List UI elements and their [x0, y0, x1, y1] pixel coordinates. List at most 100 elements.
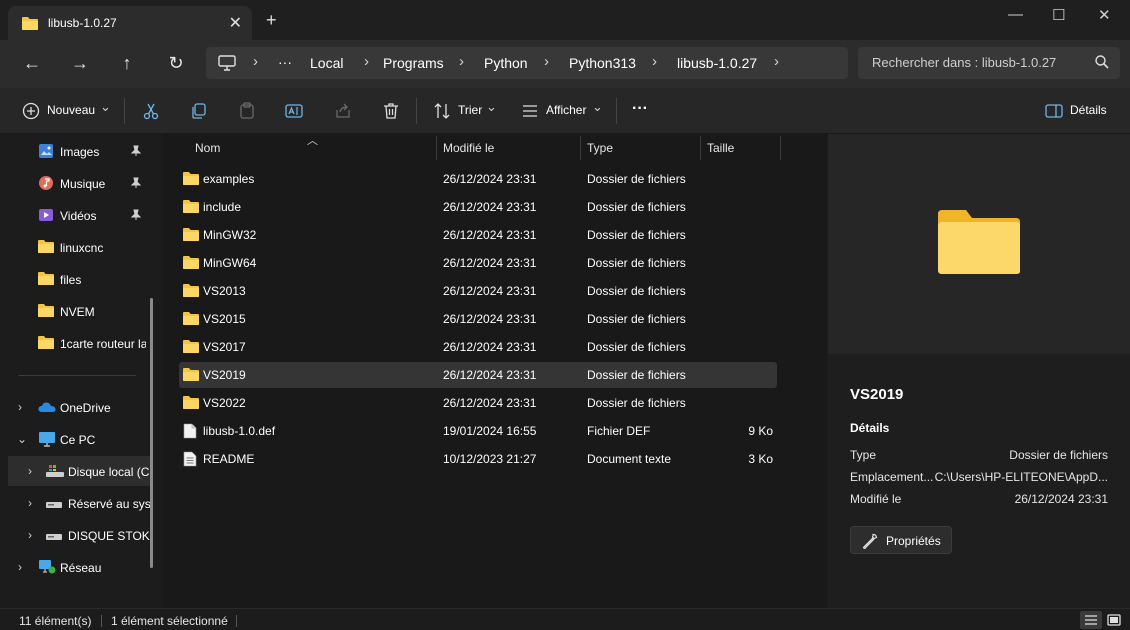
- file-row[interactable]: README 10/12/2023 21:27 Document texte 3 Ko: [179, 446, 777, 472]
- new-dropdown-icon[interactable]: ⌄: [100, 99, 111, 115]
- sidebar-item-files[interactable]: files: [0, 264, 150, 294]
- share-icon[interactable]: [334, 102, 352, 123]
- network-icon: [38, 559, 56, 578]
- sidebar-item-local-disk[interactable]: › Disque local (C: [8, 456, 150, 486]
- address-bar[interactable]: › ··· Local › Programs › Python › Python…: [206, 47, 848, 79]
- breadcrumb-overflow[interactable]: ···: [278, 54, 292, 70]
- view-icon[interactable]: [521, 102, 539, 123]
- file-row[interactable]: VS2022 26/12/2024 23:31 Dossier de fichier…: [179, 390, 777, 416]
- expand-chevron-icon[interactable]: ›: [18, 560, 22, 574]
- breadcrumb-separator[interactable]: ›: [544, 53, 549, 70]
- breadcrumb-python[interactable]: Python: [484, 55, 528, 71]
- column-divider[interactable]: [780, 136, 781, 160]
- sort-dropdown-icon[interactable]: ⌄: [486, 99, 497, 115]
- column-header-name[interactable]: Nom: [179, 134, 436, 160]
- sidebar-scrollbar[interactable]: [150, 298, 153, 568]
- breadcrumb-separator[interactable]: ›: [652, 53, 657, 70]
- view-button[interactable]: Afficher: [546, 103, 586, 117]
- file-row[interactable]: VS2013 26/12/2024 23:31 Dossier de fichier…: [179, 278, 777, 304]
- breadcrumb-python313[interactable]: Python313: [569, 55, 636, 71]
- breadcrumb-programs[interactable]: Programs: [383, 55, 444, 71]
- paste-icon[interactable]: [238, 102, 256, 123]
- tiles-view-button[interactable]: [1103, 611, 1125, 629]
- sidebar-item-label: DISQUE STOKA: [68, 529, 150, 543]
- music-icon: [38, 175, 54, 194]
- file-name: VS2022: [203, 396, 246, 410]
- status-bar: 11 élément(s) 1 élément sélectionné: [0, 608, 1130, 630]
- breadcrumb-separator[interactable]: ›: [364, 53, 369, 70]
- breadcrumb-local[interactable]: Local: [310, 55, 343, 71]
- sidebar-item-network[interactable]: › Réseau: [0, 552, 150, 582]
- delete-icon[interactable]: [382, 102, 400, 123]
- breadcrumb-separator[interactable]: ›: [459, 53, 464, 70]
- column-header-size[interactable]: Taille: [701, 134, 780, 160]
- search-input[interactable]: Rechercher dans : libusb-1.0.27: [858, 47, 1120, 79]
- file-row[interactable]: include 26/12/2024 23:31 Dossier de fichie…: [179, 194, 777, 220]
- new-button[interactable]: Nouveau: [47, 103, 95, 117]
- file-type: Document texte: [587, 452, 672, 466]
- file-row[interactable]: examples 26/12/2024 23:31 Dossier de fichi…: [179, 166, 777, 192]
- details-view-button[interactable]: [1080, 611, 1102, 629]
- expand-chevron-icon[interactable]: ›: [28, 528, 32, 542]
- file-row[interactable]: MinGW64 26/12/2024 23:31 Dossier de fichie…: [179, 250, 777, 276]
- file-type: Dossier de fichiers: [587, 396, 686, 410]
- sidebar-item-images[interactable]: Images: [0, 136, 150, 166]
- file-type: Dossier de fichiers: [587, 284, 686, 298]
- new-tab-button[interactable]: +: [266, 11, 277, 29]
- close-window-button[interactable]: ✕: [1098, 6, 1111, 24]
- sort-button[interactable]: Trier: [458, 103, 482, 117]
- back-button[interactable]: ←: [22, 53, 42, 73]
- minimize-button[interactable]: —: [1008, 6, 1023, 23]
- maximize-button[interactable]: ☐: [1052, 6, 1065, 24]
- sidebar-item-music[interactable]: Musique: [0, 168, 150, 198]
- details-button[interactable]: Détails: [1070, 103, 1107, 117]
- rename-icon[interactable]: [285, 102, 303, 123]
- file-row[interactable]: libusb-1.0.def 19/01/2024 16:55 Fichier DE…: [179, 418, 777, 444]
- column-header-modified[interactable]: Modifié le: [437, 134, 580, 160]
- breadcrumb-separator[interactable]: ›: [253, 53, 258, 70]
- file-type: Dossier de fichiers: [587, 172, 686, 186]
- properties-button[interactable]: Propriétés: [850, 526, 952, 554]
- sidebar-item-videos[interactable]: Vidéos: [0, 200, 150, 230]
- file-name: VS2013: [203, 284, 246, 298]
- breadcrumb-libusb[interactable]: libusb-1.0.27: [677, 55, 757, 71]
- file-row[interactable]: VS2017 26/12/2024 23:31 Dossier de fichier…: [179, 334, 777, 360]
- column-header-type[interactable]: Type: [581, 134, 700, 160]
- sidebar-item-nvem[interactable]: NVEM: [0, 296, 150, 326]
- tab-libusb[interactable]: libusb-1.0.27 ✕: [8, 6, 252, 40]
- sidebar-item-onedrive[interactable]: › OneDrive: [0, 392, 150, 422]
- tab-close-icon[interactable]: ✕: [229, 13, 242, 33]
- file-row[interactable]: VS2019 26/12/2024 23:31 Dossier de fichier…: [179, 362, 777, 388]
- details-pane-icon[interactable]: [1045, 104, 1063, 121]
- pin-icon: [130, 145, 142, 160]
- breadcrumb-separator[interactable]: ›: [774, 53, 779, 70]
- copy-icon[interactable]: [190, 102, 208, 123]
- more-options-button[interactable]: ···: [632, 100, 648, 118]
- details-view-icon: [1085, 615, 1097, 625]
- sidebar-item-this-pc[interactable]: ⌄ Ce PC: [0, 424, 150, 454]
- sidebar-item-linuxcnc[interactable]: linuxcnc: [0, 232, 150, 262]
- item-count: 11 élément(s): [19, 614, 92, 628]
- collapse-chevron-icon[interactable]: ⌄: [17, 432, 27, 446]
- file-row[interactable]: MinGW32 26/12/2024 23:31 Dossier de fichie…: [179, 222, 777, 248]
- expand-chevron-icon[interactable]: ›: [18, 400, 22, 414]
- up-button[interactable]: ↑: [117, 53, 137, 73]
- sidebar-item-system-reserved[interactable]: › Réservé au syst: [0, 488, 150, 518]
- sidebar-item-carte-routeur[interactable]: 1carte routeur la: [0, 328, 150, 358]
- sidebar-item-label: Images: [60, 145, 100, 159]
- new-plus-icon[interactable]: [22, 102, 40, 123]
- expand-chevron-icon[interactable]: ›: [28, 496, 32, 510]
- file-modified: 26/12/2024 23:31: [443, 284, 537, 298]
- file-icon: [183, 423, 197, 442]
- refresh-button[interactable]: ↻: [166, 53, 186, 73]
- monitor-icon[interactable]: [218, 55, 236, 74]
- view-dropdown-icon[interactable]: ⌄: [592, 99, 603, 115]
- pin-icon: [130, 209, 142, 224]
- sidebar-item-disque-stoka[interactable]: › DISQUE STOKA: [0, 520, 150, 550]
- sort-icon[interactable]: [433, 102, 451, 123]
- file-type: Dossier de fichiers: [587, 340, 686, 354]
- cut-icon[interactable]: [142, 102, 160, 123]
- file-row[interactable]: VS2015 26/12/2024 23:31 Dossier de fichier…: [179, 306, 777, 332]
- forward-button[interactable]: →: [70, 53, 90, 73]
- expand-chevron-icon[interactable]: ›: [28, 464, 32, 478]
